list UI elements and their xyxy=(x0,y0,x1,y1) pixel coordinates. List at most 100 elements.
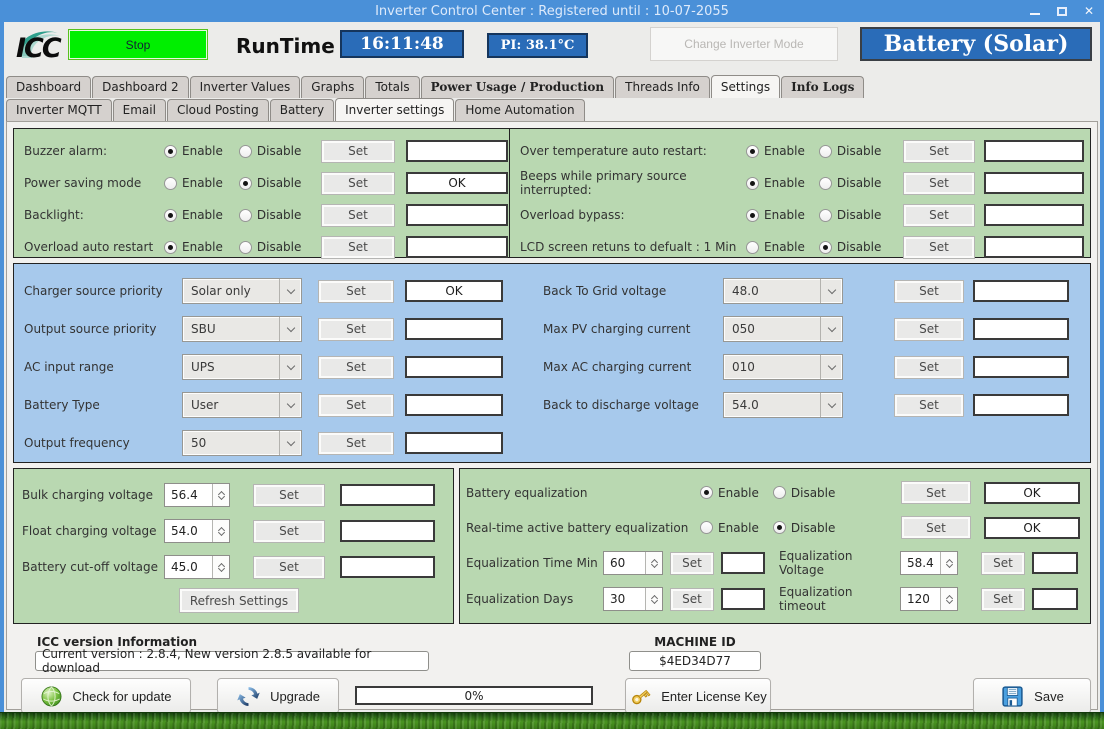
tab-inverter-values[interactable]: Inverter Values xyxy=(190,76,301,98)
stop-button[interactable]: Stop xyxy=(68,29,208,60)
output-frequency-result-field[interactable] xyxy=(405,432,503,454)
power-saving-enable-radio[interactable] xyxy=(164,177,177,190)
chevron-down-icon[interactable] xyxy=(279,355,301,379)
backlight-set-button[interactable]: Set xyxy=(322,205,394,226)
overload-bypass-set-button[interactable]: Set xyxy=(904,205,974,226)
lcd-default-enable-radio[interactable] xyxy=(746,241,759,254)
output-frequency-set-button[interactable]: Set xyxy=(319,433,393,454)
eq-voltage-set-button[interactable]: Set xyxy=(982,553,1024,574)
output-frequency-dropdown[interactable]: 50 xyxy=(182,430,302,456)
overload-bypass-result-field[interactable] xyxy=(984,204,1084,226)
max-ac-current-result-field[interactable] xyxy=(973,356,1069,378)
eq-days-spinner[interactable]: 30 xyxy=(603,587,663,611)
over-temp-disable-radio[interactable] xyxy=(819,145,832,158)
change-inverter-mode-button[interactable]: Change Inverter Mode xyxy=(650,27,838,61)
save-button[interactable]: Save xyxy=(973,678,1091,714)
refresh-settings-button[interactable]: Refresh Settings xyxy=(180,589,298,612)
beeps-result-field[interactable] xyxy=(984,172,1084,194)
buzzer-result-field[interactable] xyxy=(406,140,508,162)
backlight-result-field[interactable] xyxy=(406,204,508,226)
max-pv-current-result-field[interactable] xyxy=(973,318,1069,340)
backlight-enable-radio[interactable] xyxy=(164,209,177,222)
upgrade-button[interactable]: Upgrade xyxy=(217,678,339,714)
minimize-icon[interactable] xyxy=(1030,13,1040,15)
battery-type-set-button[interactable]: Set xyxy=(319,395,393,416)
close-icon[interactable]: ✕ xyxy=(1084,5,1094,17)
back-to-grid-result-field[interactable] xyxy=(973,280,1069,302)
tab-email[interactable]: Email xyxy=(113,99,166,121)
chevron-down-icon[interactable] xyxy=(279,431,301,455)
ac-input-range-dropdown[interactable]: UPS xyxy=(182,354,302,380)
chevron-down-icon[interactable] xyxy=(279,393,301,417)
back-to-discharge-set-button[interactable]: Set xyxy=(895,395,963,416)
beeps-disable-radio[interactable] xyxy=(819,177,832,190)
charger-priority-set-button[interactable]: Set xyxy=(319,281,393,302)
eq-timeout-set-button[interactable]: Set xyxy=(982,589,1024,610)
over-temp-enable-radio[interactable] xyxy=(746,145,759,158)
max-pv-current-dropdown[interactable]: 050 xyxy=(723,316,843,342)
chevron-down-icon[interactable] xyxy=(820,355,842,379)
battery-eq-result-field[interactable]: OK xyxy=(984,482,1080,504)
cutoff-voltage-result-field[interactable] xyxy=(340,556,435,578)
lcd-default-set-button[interactable]: Set xyxy=(904,237,974,258)
tab-power-usage-production[interactable]: Power Usage / Production xyxy=(421,76,615,98)
power-saving-result-field[interactable]: OK xyxy=(406,172,508,194)
tab-totals[interactable]: Totals xyxy=(365,76,419,98)
eq-time-spinner[interactable]: 60 xyxy=(603,551,663,575)
tab-home-automation[interactable]: Home Automation xyxy=(455,99,584,121)
beeps-set-button[interactable]: Set xyxy=(904,173,974,194)
power-saving-disable-radio[interactable] xyxy=(239,177,252,190)
max-ac-current-dropdown[interactable]: 010 xyxy=(723,354,843,380)
battery-eq-enable-radio[interactable] xyxy=(700,486,713,499)
overload-restart-disable-radio[interactable] xyxy=(239,241,252,254)
overload-restart-result-field[interactable] xyxy=(406,236,508,258)
eq-timeout-result-field[interactable] xyxy=(1032,588,1078,610)
power-saving-set-button[interactable]: Set xyxy=(322,173,394,194)
tab-info-logs[interactable]: Info Logs xyxy=(781,76,864,98)
tab-cloud-posting[interactable]: Cloud Posting xyxy=(167,99,269,121)
output-priority-set-button[interactable]: Set xyxy=(319,319,393,340)
buzzer-set-button[interactable]: Set xyxy=(322,141,394,162)
tab-threads-info[interactable]: Threads Info xyxy=(615,76,710,98)
charger-priority-result-field[interactable]: OK xyxy=(405,280,503,302)
eq-voltage-spinner[interactable]: 58.4 xyxy=(900,551,958,575)
tab-inverter-settings[interactable]: Inverter settings xyxy=(335,98,454,121)
eq-timeout-spinner[interactable]: 120 xyxy=(900,587,958,611)
realtime-eq-set-button[interactable]: Set xyxy=(902,517,970,538)
overload-bypass-disable-radio[interactable] xyxy=(819,209,832,222)
tab-dashboard-2[interactable]: Dashboard 2 xyxy=(92,76,189,98)
overload-bypass-enable-radio[interactable] xyxy=(746,209,759,222)
chevron-down-icon[interactable] xyxy=(820,317,842,341)
cutoff-voltage-spinner[interactable]: 45.0 xyxy=(164,555,230,579)
realtime-eq-disable-radio[interactable] xyxy=(773,521,786,534)
beeps-enable-radio[interactable] xyxy=(746,177,759,190)
eq-time-set-button[interactable]: Set xyxy=(671,553,713,574)
float-voltage-result-field[interactable] xyxy=(340,520,435,542)
tab-battery[interactable]: Battery xyxy=(270,99,334,121)
realtime-eq-result-field[interactable]: OK xyxy=(984,517,1080,539)
maximize-icon[interactable] xyxy=(1057,7,1067,16)
back-to-discharge-result-field[interactable] xyxy=(973,394,1069,416)
battery-eq-set-button[interactable]: Set xyxy=(902,482,970,503)
ac-input-range-set-button[interactable]: Set xyxy=(319,357,393,378)
overload-restart-enable-radio[interactable] xyxy=(164,241,177,254)
max-ac-current-set-button[interactable]: Set xyxy=(895,357,963,378)
bulk-voltage-result-field[interactable] xyxy=(340,484,435,506)
float-voltage-spinner[interactable]: 54.0 xyxy=(164,519,230,543)
cutoff-voltage-set-button[interactable]: Set xyxy=(254,557,324,578)
max-pv-current-set-button[interactable]: Set xyxy=(895,319,963,340)
check-for-update-button[interactable]: Check for update xyxy=(21,678,191,714)
battery-type-dropdown[interactable]: User xyxy=(182,392,302,418)
buzzer-enable-radio[interactable] xyxy=(164,145,177,158)
battery-eq-disable-radio[interactable] xyxy=(773,486,786,499)
backlight-disable-radio[interactable] xyxy=(239,209,252,222)
chevron-down-icon[interactable] xyxy=(279,279,301,303)
eq-voltage-result-field[interactable] xyxy=(1032,552,1078,574)
tab-settings[interactable]: Settings xyxy=(711,75,780,98)
back-to-discharge-dropdown[interactable]: 54.0 xyxy=(723,392,843,418)
back-to-grid-set-button[interactable]: Set xyxy=(895,281,963,302)
bulk-voltage-spinner[interactable]: 56.4 xyxy=(164,483,230,507)
tab-inverter-mqtt[interactable]: Inverter MQTT xyxy=(6,99,112,121)
chevron-down-icon[interactable] xyxy=(820,279,842,303)
chevron-down-icon[interactable] xyxy=(279,317,301,341)
